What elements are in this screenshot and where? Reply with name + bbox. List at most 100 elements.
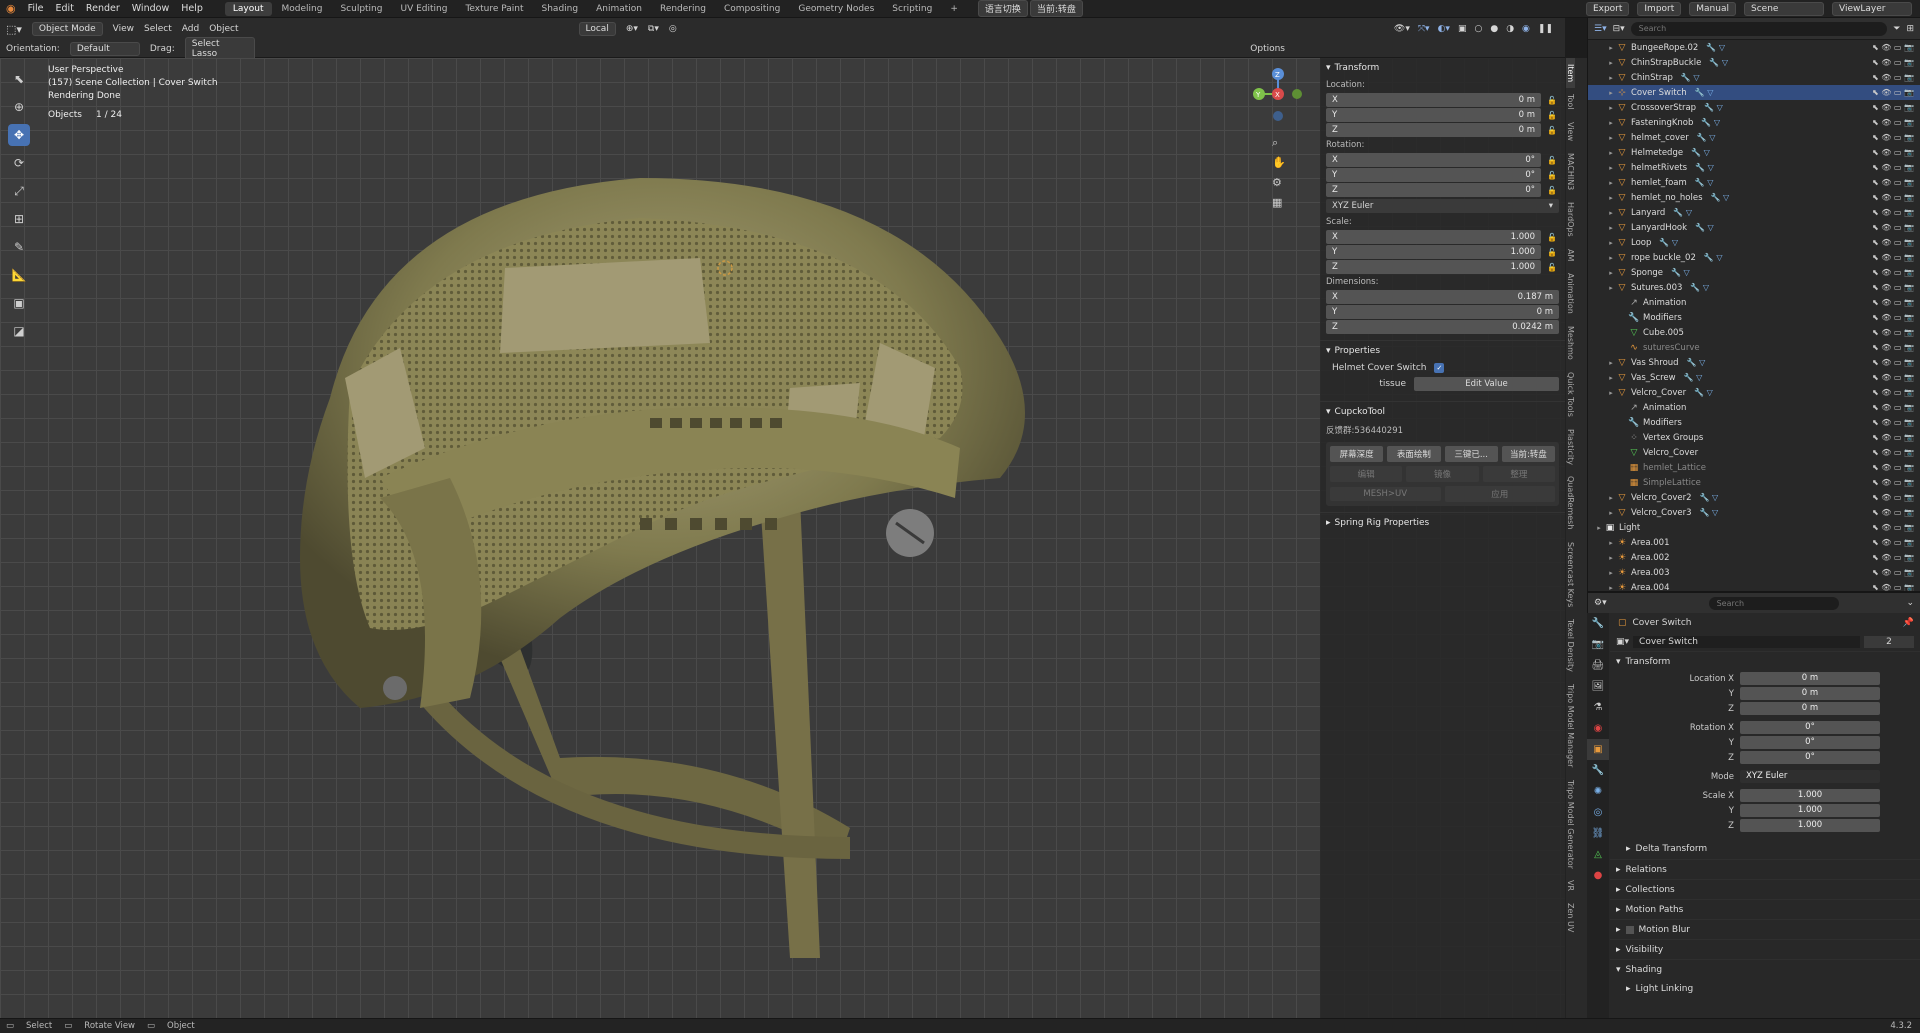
visibility-section[interactable]: ▸ Visibility [1610,939,1920,959]
menu-window[interactable]: Window [132,3,169,14]
expand-chevron-icon[interactable]: ▸ [1606,74,1616,82]
visibility-toggles[interactable]: ⬉ 👁 ▭ 📷 [1872,313,1914,322]
visibility-toggles[interactable]: ⬉ 👁 ▭ 📷 [1872,433,1914,442]
datablock-icon[interactable]: ▣▾ [1616,637,1629,647]
prop-rotation-y[interactable]: 0° [1740,736,1880,749]
world-tab-icon[interactable]: ◉ [1587,718,1609,739]
turntable-tool-button[interactable]: 当前:转盘 [1501,446,1555,462]
visibility-toggles[interactable]: ⬉ 👁 ▭ 📷 [1872,43,1914,52]
expand-chevron-icon[interactable]: ▸ [1606,494,1616,502]
blender-logo-icon[interactable]: ◉ [6,2,16,15]
outliner-search-input[interactable] [1630,21,1888,36]
datablock-name-field[interactable]: Cover Switch [1633,636,1860,648]
rotation-y-field[interactable]: Y 0° 🔓 [1326,168,1557,182]
screen-depth-button[interactable]: 屏幕深度 [1330,446,1384,462]
outliner-row[interactable]: ▸ ▽ LanyardHook 🔧 ▽ ⬉ 👁 ▭ 📷 [1588,220,1920,235]
rotation-mode-dropdown[interactable]: XYZ Euler ▾ [1326,199,1559,213]
relations-section[interactable]: ▸ Relations [1610,859,1920,879]
filter-icon[interactable]: ⏷ [1893,24,1900,34]
menu-help[interactable]: Help [181,3,203,14]
properties-search-input[interactable] [1708,596,1839,610]
expand-chevron-icon[interactable]: ▸ [1606,44,1616,52]
export-button[interactable]: Export [1585,1,1630,16]
overlay-toggle-icon[interactable]: ◐▾ [1438,24,1450,34]
scene-tab-icon[interactable]: ⚗ [1587,697,1609,718]
outliner-row[interactable]: ▸ ▽ helmet_cover 🔧 ▽ ⬉ 👁 ▭ 📷 [1588,130,1920,145]
expand-chevron-icon[interactable]: ▸ [1606,119,1616,127]
visibility-toggles[interactable]: ⬉ 👁 ▭ 📷 [1872,508,1914,517]
visibility-toggles[interactable]: ⬉ 👁 ▭ 📷 [1872,163,1914,172]
visibility-toggles[interactable]: ⬉ 👁 ▭ 📷 [1872,223,1914,232]
visibility-toggles[interactable]: ⬉ 👁 ▭ 📷 [1872,493,1914,502]
shading-solid-icon[interactable]: ● [1490,24,1498,34]
visibility-toggles[interactable]: ⬉ 👁 ▭ 📷 [1872,118,1914,127]
prop-scale-y[interactable]: 1.000 [1740,804,1880,817]
rotate-tool-icon[interactable]: ⟳ [8,152,30,174]
sidebar-tab-zen-uv[interactable]: Zen UV [1566,897,1575,938]
tab-compositing[interactable]: Compositing [716,2,788,16]
visibility-toggles[interactable]: ⬉ 👁 ▭ 📷 [1872,88,1914,97]
properties-editor-icon[interactable]: ⚙▾ [1594,598,1607,608]
dimension-z-field[interactable]: Z 0.0242 m [1326,320,1559,334]
expand-chevron-icon[interactable]: ▸ [1606,179,1616,187]
outliner-row[interactable]: ▸ ▽ Velcro_Cover3 🔧 ▽ ⬉ 👁 ▭ 📷 [1588,505,1920,520]
navigation-gizmo[interactable]: Z Y X ⌕ ✋ ⚙ ▦ [1245,66,1305,216]
outliner-row[interactable]: ▸ ⊹ Cover Switch 🔧 ▽ ⬉ 👁 ▭ 📷 [1588,85,1920,100]
menu-view[interactable]: View [113,24,134,34]
scale-x-field[interactable]: X 1.000 🔓 [1326,230,1557,244]
sidebar-tab-tripo-model-generator[interactable]: Tripo Model Generator [1566,774,1575,875]
particles-tab-icon[interactable]: ✺ [1587,781,1609,802]
tab-shading[interactable]: Shading [534,2,587,16]
display-mode-icon[interactable]: ⊟▾ [1613,24,1625,34]
import-button[interactable]: Import [1637,1,1682,16]
mesh-uv-button[interactable]: MESH>UV [1330,487,1441,501]
outliner-row[interactable]: ▸ ▽ Helmetedge 🔧 ▽ ⬉ 👁 ▭ 📷 [1588,145,1920,160]
expand-chevron-icon[interactable]: ▸ [1606,374,1616,382]
material-tab-icon[interactable]: ● [1587,865,1609,886]
menu-object[interactable]: Object [209,24,238,34]
view-layer-tab-icon[interactable]: 🖼 [1587,676,1609,697]
visibility-toggles[interactable]: ⬉ 👁 ▭ 📷 [1872,478,1914,487]
spring-rig-header[interactable]: ▸ Spring Rig Properties [1320,512,1565,533]
visibility-toggles[interactable]: ⬉ 👁 ▭ 📷 [1872,178,1914,187]
visibility-toggles[interactable]: ⬉ 👁 ▭ 📷 [1872,73,1914,82]
expand-chevron-icon[interactable]: ▸ [1606,89,1616,97]
object-tab-icon[interactable]: ▣ [1587,739,1609,760]
outliner-row[interactable]: ▦ hemlet_Lattice ⬉ 👁 ▭ 📷 [1588,460,1920,475]
expand-chevron-icon[interactable]: ▸ [1606,509,1616,517]
edit-value-button[interactable]: Edit Value [1414,377,1559,391]
outliner-row[interactable]: ▸ ▽ Velcro_Cover 🔧 ▽ ⬉ 👁 ▭ 📷 [1588,385,1920,400]
outliner-row[interactable]: ▸ ▽ FasteningKnob 🔧 ▽ ⬉ 👁 ▭ 📷 [1588,115,1920,130]
outliner-row[interactable]: ▸ ▽ hemlet_foam 🔧 ▽ ⬉ 👁 ▭ 📷 [1588,175,1920,190]
render-tab-icon[interactable]: 📷 [1587,634,1609,655]
visibility-toggles[interactable]: ⬉ 👁 ▭ 📷 [1872,403,1914,412]
outliner-row[interactable]: ▸ ▽ Sponge 🔧 ▽ ⬉ 👁 ▭ 📷 [1588,265,1920,280]
outliner-row[interactable]: ▸ ▽ rope buckle_02 🔧 ▽ ⬉ 👁 ▭ 📷 [1588,250,1920,265]
dimension-x-field[interactable]: X 0.187 m [1326,290,1559,304]
rotation-z-field[interactable]: Z 0° 🔓 [1326,183,1557,197]
mode-selector[interactable]: Object Mode [31,22,103,36]
outliner-row[interactable]: ▸ ▽ Velcro_Cover2 🔧 ▽ ⬉ 👁 ▭ 📷 [1588,490,1920,505]
sidebar-tab-meshmo[interactable]: Meshmo [1566,320,1575,366]
outliner-row[interactable]: ▸ ▽ CrossoverStrap 🔧 ▽ ⬉ 👁 ▭ 📷 [1588,100,1920,115]
visibility-toggles[interactable]: ⬉ 👁 ▭ 📷 [1872,553,1914,562]
sidebar-tab-tripo-model-manager[interactable]: Tripo Model Manager [1566,678,1575,773]
visibility-toggles[interactable]: ⬉ 👁 ▭ 📷 [1872,268,1914,277]
mirror-button[interactable]: 镜像 [1406,466,1479,482]
manual-button[interactable]: Manual [1689,1,1736,16]
outliner-row[interactable]: ▸ ▽ BungeeRope.02 🔧 ▽ ⬉ 👁 ▭ 📷 [1588,40,1920,55]
expand-chevron-icon[interactable]: ▸ [1606,554,1616,562]
outliner-row[interactable]: ▸ ▽ ChinStrap 🔧 ▽ ⬉ 👁 ▭ 📷 [1588,70,1920,85]
tool-settings-tab-icon[interactable]: 🔧 [1587,613,1609,634]
helmet-cover-checkbox[interactable]: ✓ [1434,363,1445,373]
visibility-toggles[interactable]: ⬉ 👁 ▭ 📷 [1872,388,1914,397]
constraints-tab-icon[interactable]: ⛓ [1587,823,1609,844]
cupcko-header[interactable]: ▾ CupckoTool [1320,401,1565,422]
location-x-field[interactable]: X0 m 🔓 [1326,93,1557,107]
motion-paths-section[interactable]: ▸ Motion Paths [1610,899,1920,919]
viewlayer-selector[interactable]: ViewLayer [1832,1,1912,16]
drag-selector[interactable]: Select Lasso [184,36,255,61]
visibility-toggles[interactable]: ⬉ 👁 ▭ 📷 [1872,418,1914,427]
new-collection-icon[interactable]: ⊞ [1906,24,1914,34]
visibility-toggles[interactable]: ⬉ 👁 ▭ 📷 [1872,58,1914,67]
